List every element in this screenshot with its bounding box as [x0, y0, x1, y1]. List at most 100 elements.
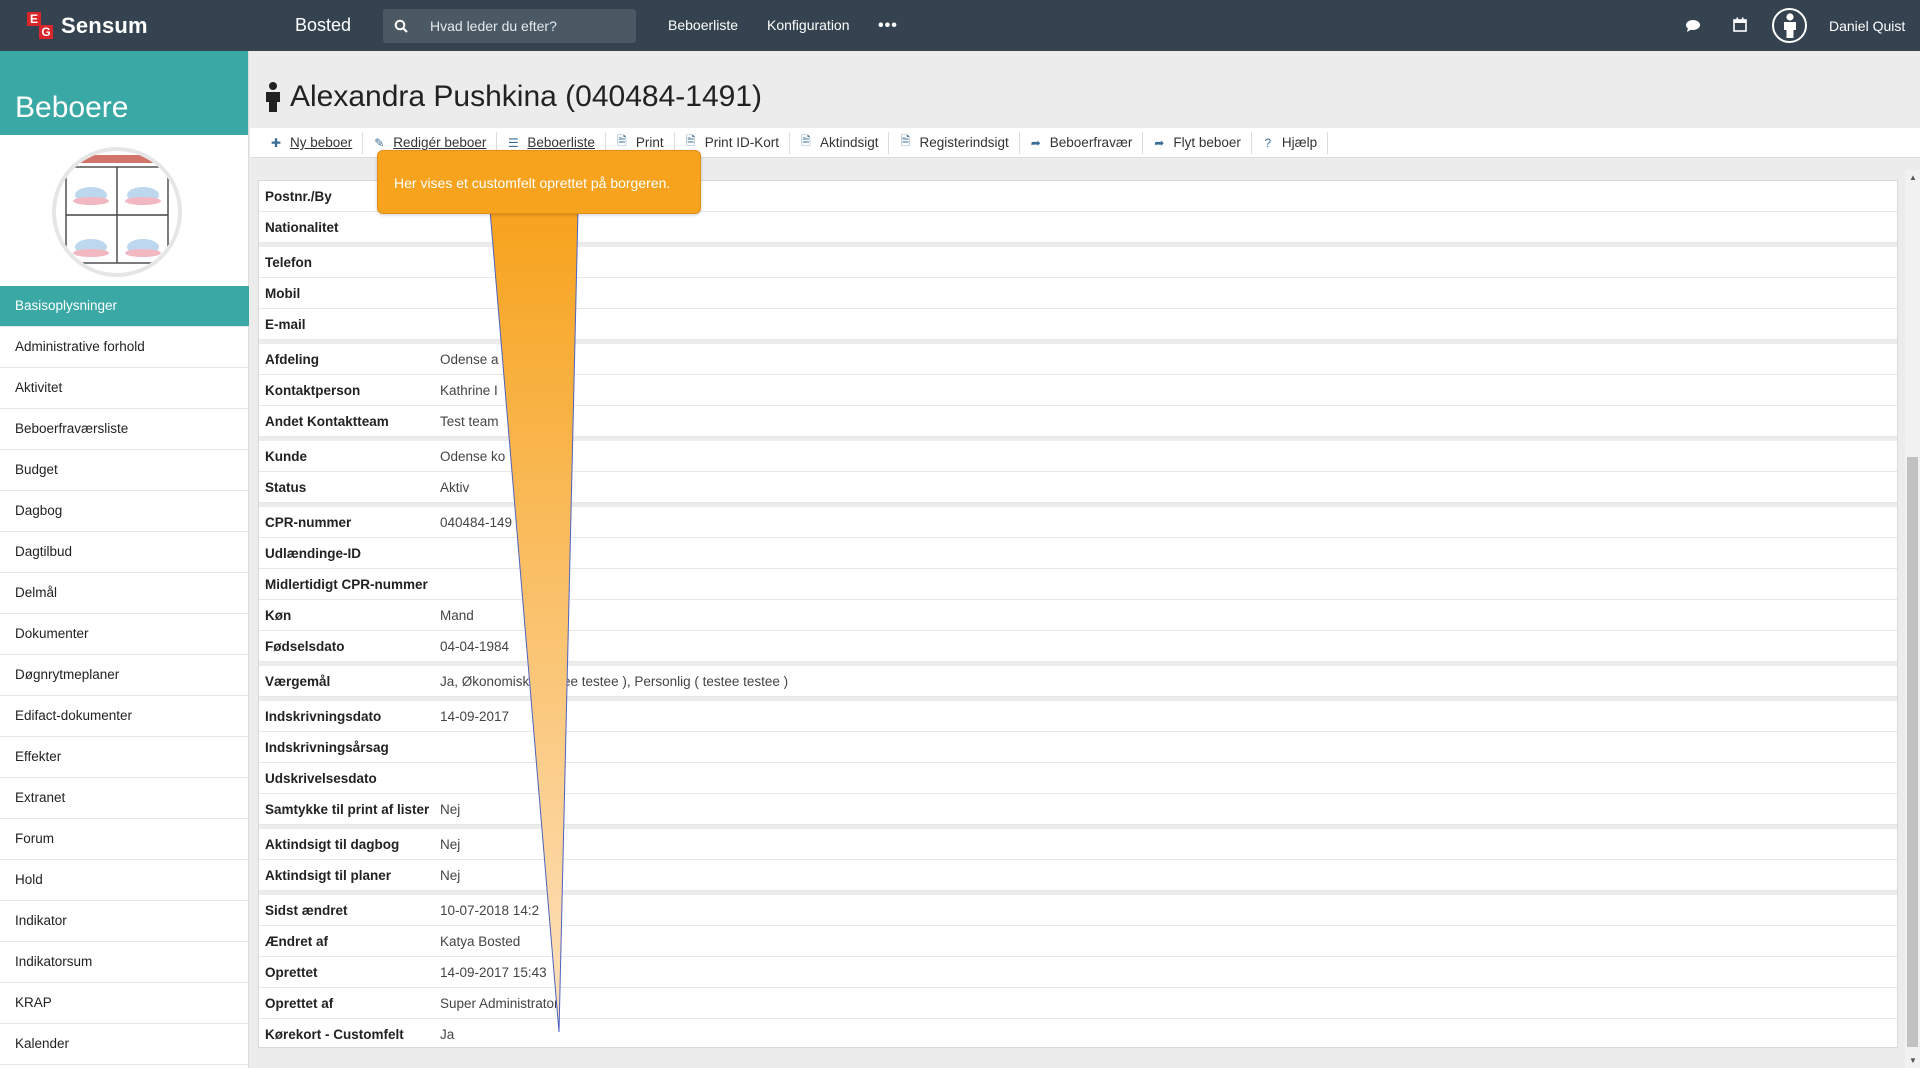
detail-group: Indskrivningsdato 14-09-2017 Indskrivnings… — [259, 701, 1897, 829]
resident-photo — [52, 147, 182, 277]
detail-label: Afdeling — [265, 351, 319, 367]
detail-group: Aktindsigt til dagbog Nej Aktindsigt til p… — [259, 829, 1897, 895]
sidebar-item-14[interactable]: Hold — [0, 860, 249, 901]
detail-label: Midlertidigt CPR-nummer — [265, 576, 428, 592]
detail-row: Udlændinge-ID — [259, 538, 1897, 569]
sidebar-title: Beboere — [0, 51, 248, 135]
sidebar: Beboere Basisoplysninger Administrative f… — [0, 51, 249, 1068]
app-title[interactable]: Bosted — [295, 15, 351, 36]
detail-row: Telefon — [259, 247, 1897, 278]
toolbar-label: Aktindsigt — [819, 135, 879, 150]
scrollbar-thumb[interactable] — [1907, 457, 1918, 1047]
chat-icon[interactable] — [1685, 19, 1701, 33]
toolbar-item-7[interactable]: ➦ Beboerfravær — [1020, 131, 1144, 154]
nav-beboerliste[interactable]: Beboerliste — [668, 17, 738, 33]
detail-value: 040484-149 — [440, 514, 513, 530]
sidebar-item-15[interactable]: Indikator — [0, 901, 249, 942]
detail-value: Katya Bosted — [440, 933, 521, 949]
detail-label: Kørekort - Customfelt — [265, 1026, 404, 1042]
exit-icon: ➦ — [1154, 135, 1165, 150]
more-icon[interactable]: ••• — [878, 17, 898, 35]
sidebar-item-18[interactable]: Kalender — [0, 1024, 249, 1065]
detail-row: Kunde Odense ko — [259, 441, 1897, 472]
search-icon — [394, 19, 408, 33]
toolbar-item-5[interactable]: 🗎 Aktindsigt — [790, 131, 890, 154]
logo-text: Sensum — [61, 13, 148, 38]
sidebar-item-6[interactable]: Dagtilbud — [0, 532, 249, 573]
avatar[interactable] — [1772, 8, 1807, 43]
detail-row: Kontaktperson Kathrine I — [259, 375, 1897, 406]
toolbar-label: Hjælp — [1281, 135, 1318, 150]
top-bar: EG Sensum Bosted Beboerliste Konfigurati… — [0, 0, 1920, 51]
toolbar-label: Redigér beboer — [393, 135, 487, 150]
logo[interactable]: EG Sensum — [25, 11, 148, 41]
detail-row: Status Aktiv — [259, 472, 1897, 503]
detail-row: Aktindsigt til dagbog Nej — [259, 829, 1897, 860]
scroll-down-icon[interactable]: ▼ — [1909, 1056, 1917, 1065]
detail-label: Mobil — [265, 285, 301, 301]
sidebar-item-5[interactable]: Dagbog — [0, 491, 249, 532]
sidebar-item-2[interactable]: Aktivitet — [0, 368, 249, 409]
detail-group: Telefon Mobil E-mail — [259, 247, 1897, 344]
sidebar-item-13[interactable]: Forum — [0, 819, 249, 860]
sidebar-item-0[interactable]: Basisoplysninger — [0, 286, 249, 327]
user-icon — [1783, 12, 1796, 38]
scroll-up-icon[interactable]: ▲ — [1909, 173, 1917, 182]
detail-row: Udskrivelsesdato — [259, 763, 1897, 794]
question-icon: ? — [1264, 135, 1272, 150]
detail-row: Oprettet af Super Administrator — [259, 988, 1897, 1019]
detail-row: Midlertidigt CPR-nummer — [259, 569, 1897, 600]
detail-value: Test team — [440, 413, 499, 429]
sidebar-item-4[interactable]: Budget — [0, 450, 249, 491]
detail-group: Værgemål Ja, Økonomisk ( testee testee ),… — [259, 666, 1897, 701]
toolbar-item-6[interactable]: 🗎 Registerindsigt — [889, 131, 1020, 154]
search-box[interactable] — [383, 9, 636, 43]
toolbar-label: Ny beboer — [290, 135, 353, 150]
nav-konfiguration[interactable]: Konfiguration — [767, 17, 850, 33]
toolbar-item-0[interactable]: ✚ Ny beboer — [260, 131, 364, 154]
detail-label: Køn — [265, 607, 292, 623]
scrollbar[interactable]: ▲ ▼ — [1905, 170, 1920, 1068]
detail-value: 14-09-2017 — [440, 708, 510, 724]
detail-label: Nationalitet — [265, 219, 339, 235]
sidebar-item-17[interactable]: KRAP — [0, 983, 249, 1024]
page-title-text: Alexandra Pushkina (040484-1491) — [290, 80, 762, 113]
sidebar-item-12[interactable]: Extranet — [0, 778, 249, 819]
detail-value: Odense a — [440, 351, 499, 367]
detail-label: Samtykke til print af lister — [265, 801, 430, 817]
page-title: Alexandra Pushkina (040484-1491) — [264, 80, 762, 114]
detail-group: Kunde Odense ko Status Aktiv — [259, 441, 1897, 507]
sidebar-item-16[interactable]: Indikatorsum — [0, 942, 249, 983]
sidebar-item-1[interactable]: Administrative forhold — [0, 327, 249, 368]
detail-row: Værgemål Ja, Økonomisk ( testee testee ),… — [259, 666, 1897, 697]
detail-value: Super Administrator — [440, 995, 559, 1011]
sidebar-item-9[interactable]: Døgnrytmeplaner — [0, 655, 249, 696]
toolbar-label: Print — [635, 135, 664, 150]
detail-row: CPR-nummer 040484-149 — [259, 507, 1897, 538]
resident-drawing-icon — [65, 155, 169, 264]
detail-label: Udlændinge-ID — [265, 545, 361, 561]
detail-label: Andet Kontaktteam — [265, 413, 389, 429]
toolbar-item-9[interactable]: ? Hjælp — [1252, 131, 1329, 154]
sidebar-item-8[interactable]: Dokumenter — [0, 614, 249, 655]
detail-value: Mand — [440, 607, 474, 623]
detail-row: Kørekort - Customfelt Ja — [259, 1019, 1897, 1047]
detail-group: Afdeling Odense a Kontaktperson Kathrine I A… — [259, 344, 1897, 441]
user-name[interactable]: Daniel Quist — [1829, 18, 1905, 34]
detail-row: E-mail — [259, 309, 1897, 340]
search-input[interactable] — [430, 18, 630, 34]
pdf-icon: 🗎 — [900, 134, 911, 148]
calendar-icon[interactable] — [1733, 17, 1747, 32]
detail-label: Fødselsdato — [265, 638, 345, 654]
toolbar-item-8[interactable]: ➦ Flyt beboer — [1143, 131, 1252, 154]
detail-value: Nej — [440, 836, 461, 852]
sidebar-item-3[interactable]: Beboerfraværsliste — [0, 409, 249, 450]
toolbar-label: Registerindsigt — [919, 135, 1009, 150]
detail-row: Fødselsdato 04-04-1984 — [259, 631, 1897, 662]
exit-icon: ➦ — [1030, 135, 1041, 150]
sidebar-item-10[interactable]: Edifact-dokumenter — [0, 696, 249, 737]
detail-value: Ja, Økonomisk ( testee testee ), Personl… — [440, 673, 789, 689]
sidebar-item-7[interactable]: Delmål — [0, 573, 249, 614]
sidebar-item-11[interactable]: Effekter — [0, 737, 249, 778]
detail-row: Aktindsigt til planer Nej — [259, 860, 1897, 891]
